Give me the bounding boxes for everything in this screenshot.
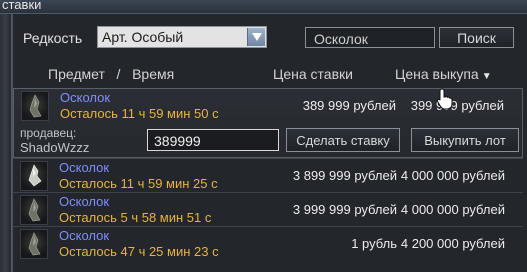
item-name[interactable]: Осколок	[59, 194, 109, 209]
column-buyout-label: Цена выкупа	[395, 66, 479, 82]
window-title: ставки	[2, 0, 42, 12]
seller-name: ShadoWzzz	[20, 140, 90, 155]
shard-artifact-icon	[20, 195, 48, 225]
rarity-dropdown[interactable]: Арт. Особый	[97, 26, 267, 48]
lot-row[interactable]: Осколок Осталось 11 ч 59 мин 50 с 389 99…	[13, 88, 523, 158]
shard-artifact-icon	[21, 91, 49, 121]
lot-list: Осколок Осталось 11 ч 59 мин 50 с 389 99…	[13, 88, 523, 272]
bid-price: 3 999 999 рублей	[292, 202, 397, 217]
buyout-price: 4 000 000 рублей	[400, 202, 505, 217]
column-buyout-price[interactable]: Цена выкупа ▼	[395, 66, 492, 82]
item-name[interactable]: Осколок	[59, 228, 109, 243]
bid-price: 3 899 999 рублей	[292, 168, 397, 183]
lot-row[interactable]: Осколок Осталось 5 ч 58 мин 51 с 3 999 9…	[13, 192, 523, 226]
window-left-frame	[0, 14, 12, 272]
rarity-selected-value: Арт. Особый	[102, 29, 184, 45]
item-name[interactable]: Осколок	[59, 160, 109, 175]
filter-bar: Редкость Арт. Особый Поиск	[13, 14, 527, 66]
sort-desc-icon: ▼	[481, 71, 492, 82]
search-input[interactable]	[305, 27, 435, 48]
shard-artifact-icon	[20, 161, 48, 191]
column-headers: Предмет / Время Цена ставки Цена выкупа ▼	[13, 66, 527, 88]
window-title-bar: ставки	[0, 0, 527, 14]
place-bid-button[interactable]: Сделать ставку	[286, 128, 400, 152]
buyout-price: 4 200 000 рублей	[400, 236, 505, 251]
lot-row[interactable]: Осколок Осталось 47 ч 25 мин 23 с 1 рубл…	[13, 226, 523, 260]
time-left: Осталось 47 ч 25 мин 23 с	[59, 244, 219, 259]
buyout-price: 4 000 000 рублей	[400, 168, 505, 183]
bid-price: 389 999 рублей	[302, 98, 396, 113]
lot-actions: продавец: ShadoWzzz Сделать ставку Выкуп…	[14, 123, 524, 159]
item-name[interactable]: Осколок	[60, 90, 110, 105]
time-left: Осталось 11 ч 59 мин 25 с	[59, 176, 218, 191]
lot-row[interactable]: Осколок Осталось 11 ч 59 мин 25 с 3 899 …	[13, 158, 523, 192]
column-bid-price[interactable]: Цена ставки	[273, 66, 353, 82]
seller-label: продавец:	[20, 126, 77, 140]
buyout-button[interactable]: Выкупить лот	[411, 128, 519, 152]
chevron-down-icon[interactable]	[247, 28, 265, 46]
buyout-price: 399 999 рублей	[410, 98, 504, 113]
auction-panel: Редкость Арт. Особый Поиск Предмет / Вре…	[12, 14, 527, 272]
time-left: Осталось 11 ч 59 мин 50 с	[60, 106, 219, 121]
bid-amount-input[interactable]	[147, 129, 279, 151]
rarity-label: Редкость	[23, 30, 83, 46]
bid-price: 1 рубль	[351, 236, 397, 251]
time-left: Осталось 5 ч 58 мин 51 с	[59, 210, 212, 225]
column-item-time[interactable]: Предмет / Время	[48, 66, 174, 82]
search-button[interactable]: Поиск	[439, 27, 514, 48]
shard-artifact-icon	[20, 229, 48, 259]
